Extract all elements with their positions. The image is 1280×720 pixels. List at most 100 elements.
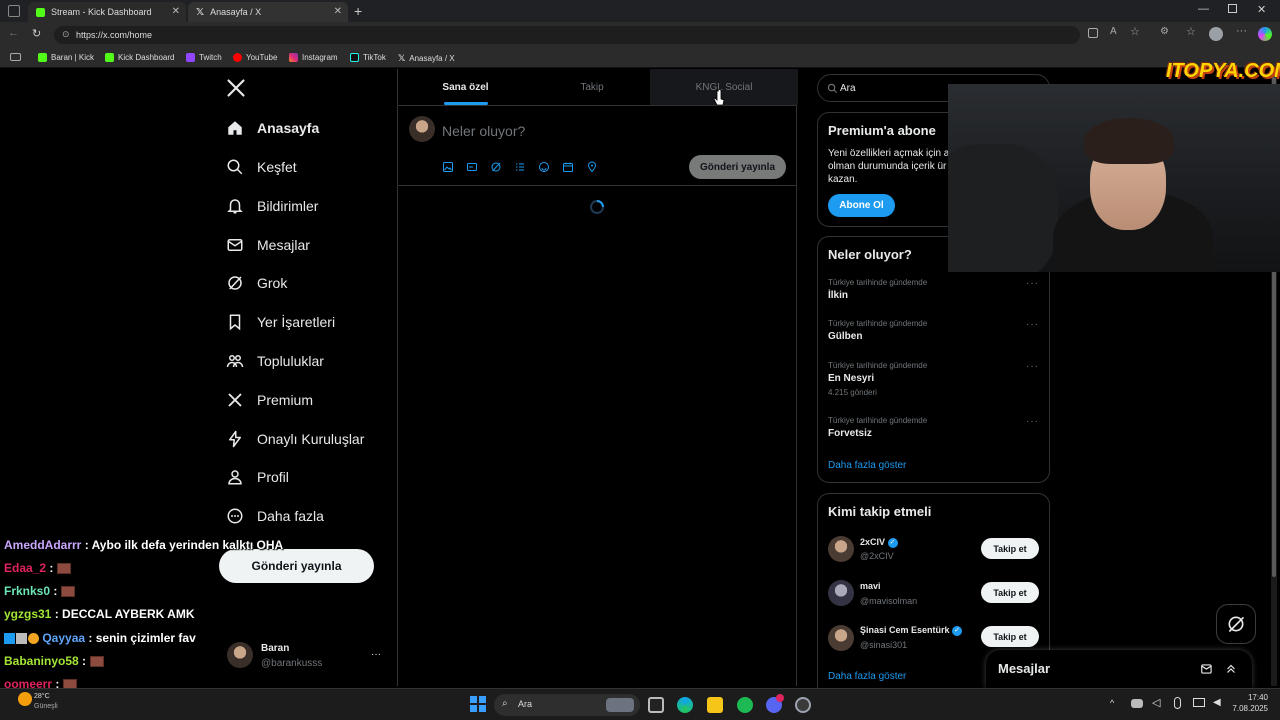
tab-actions-icon[interactable] bbox=[8, 5, 20, 17]
schedule-icon[interactable] bbox=[562, 161, 574, 173]
tab-kick-dashboard[interactable]: Stream - Kick Dashboard ✕ bbox=[28, 2, 186, 22]
nav-verified-orgs[interactable]: Onaylı Kuruluşlar bbox=[226, 427, 364, 451]
trend-menu-icon[interactable]: ··· bbox=[1026, 361, 1039, 372]
trend-menu-icon[interactable]: ··· bbox=[1026, 319, 1039, 330]
nav-premium[interactable]: Premium bbox=[226, 388, 313, 412]
nav-more[interactable]: Daha fazla bbox=[226, 504, 324, 528]
trend-item[interactable]: Türkiye tarihinde gündemde Forvetsiz bbox=[828, 416, 927, 439]
weather-sun-icon[interactable] bbox=[18, 692, 32, 706]
task-view-icon[interactable] bbox=[648, 697, 664, 713]
chat-message: Frknks0 : bbox=[4, 584, 76, 598]
back-icon[interactable]: ← bbox=[8, 27, 19, 39]
nav-home[interactable]: Anasayfa bbox=[226, 116, 319, 140]
emoji-icon[interactable] bbox=[538, 161, 550, 173]
bookmark-tiktok[interactable]: TikTok bbox=[350, 53, 386, 62]
x-logo-icon[interactable] bbox=[226, 78, 246, 98]
follow-button[interactable]: Takip et bbox=[981, 626, 1039, 647]
address-bar-row: ← ↻ ⊙ https://x.com/home A ☆ ⚙ ☆ ··· bbox=[0, 22, 1280, 48]
nav-communities[interactable]: Topluluklar bbox=[226, 349, 324, 373]
account-menu-icon[interactable]: ··· bbox=[371, 649, 381, 660]
nav-messages[interactable]: Mesajlar bbox=[226, 233, 310, 257]
suggestion-name[interactable]: Şinasi Cem Esentürk ✓ bbox=[860, 625, 963, 636]
suggestion-avatar[interactable] bbox=[828, 625, 854, 651]
weather-temp[interactable]: 28°C bbox=[34, 693, 50, 700]
refresh-icon[interactable]: ↻ bbox=[32, 27, 41, 40]
suggestion-name[interactable]: mavi bbox=[860, 581, 881, 591]
bookmark-instagram[interactable]: Instagram bbox=[289, 53, 338, 62]
windows-start-icon[interactable] bbox=[470, 696, 486, 712]
speaker-icon[interactable]: ◁ bbox=[1152, 696, 1160, 709]
tab-for-you[interactable]: Sana özel bbox=[398, 69, 533, 105]
gif-icon[interactable] bbox=[466, 161, 478, 173]
grok-float-button[interactable] bbox=[1216, 604, 1256, 644]
new-message-icon[interactable] bbox=[1200, 662, 1214, 676]
discord-tray-icon[interactable] bbox=[1131, 699, 1143, 708]
favorites-icon[interactable]: ☆ bbox=[1186, 25, 1196, 38]
nav-notifications[interactable]: Bildirimler bbox=[226, 194, 318, 218]
expand-up-icon[interactable] bbox=[1224, 662, 1238, 676]
trend-item[interactable]: Türkiye tarihinde gündemde İlkin bbox=[828, 278, 927, 301]
copilot-icon[interactable] bbox=[1258, 27, 1272, 41]
account-name[interactable]: Baran bbox=[261, 643, 289, 654]
tab-anasayfa-x[interactable]: 𝕏 Anasayfa / X ✕ bbox=[188, 2, 348, 22]
close-tab-icon[interactable]: ✕ bbox=[334, 6, 342, 17]
compose-post-button[interactable]: Gönderi yayınla bbox=[689, 155, 786, 179]
nav-profile[interactable]: Profil bbox=[226, 465, 289, 489]
trend-menu-icon[interactable]: ··· bbox=[1026, 278, 1039, 289]
spotify-icon[interactable] bbox=[737, 697, 753, 713]
follow-button[interactable]: Takip et bbox=[981, 538, 1039, 559]
poll-icon[interactable] bbox=[514, 161, 526, 173]
nav-explore[interactable]: Keşfet bbox=[226, 155, 297, 179]
nav-label: Profil bbox=[257, 469, 289, 485]
bookmark-baran-kick[interactable]: Baran | Kick bbox=[38, 53, 94, 62]
taskbar-search[interactable]: ⌕ Ara bbox=[494, 694, 640, 716]
nav-bookmarks[interactable]: Yer İşaretleri bbox=[226, 310, 335, 334]
trend-menu-icon[interactable]: ··· bbox=[1026, 416, 1039, 427]
minimize-icon[interactable]: — bbox=[1198, 3, 1209, 15]
bookmark-twitch[interactable]: Twitch bbox=[186, 53, 222, 62]
suggestion-avatar[interactable] bbox=[828, 536, 854, 562]
trend-item[interactable]: Türkiye tarihinde gündemde Gülben bbox=[828, 319, 927, 342]
suggestion-handle: @mavisolman bbox=[860, 596, 918, 606]
apps-icon[interactable] bbox=[1088, 28, 1098, 38]
maximize-icon[interactable] bbox=[1228, 4, 1237, 13]
media-icon[interactable] bbox=[442, 161, 454, 173]
file-explorer-icon[interactable] bbox=[707, 697, 723, 713]
suggestion-name[interactable]: 2xCIV ✓ bbox=[860, 537, 898, 548]
follow-button[interactable]: Takip et bbox=[981, 582, 1039, 603]
location-icon[interactable] bbox=[586, 161, 598, 173]
messages-drawer[interactable]: Mesajlar bbox=[986, 650, 1252, 688]
compose-input[interactable]: Neler oluyor? bbox=[442, 123, 525, 139]
who-to-follow-show-more[interactable]: Daha fazla göster bbox=[828, 671, 906, 682]
taskbar-clock[interactable]: 17:40 7.08.2025 bbox=[1232, 693, 1268, 713]
nav-grok[interactable]: Grok bbox=[226, 271, 287, 295]
account-avatar[interactable] bbox=[227, 642, 253, 668]
subscribe-button[interactable]: Abone Ol bbox=[828, 194, 895, 217]
network-icon[interactable] bbox=[1193, 698, 1205, 707]
bookmark-anasayfa-x[interactable]: 𝕏 Anasayfa / X bbox=[398, 53, 455, 64]
site-info-icon[interactable]: ⊙ bbox=[62, 29, 70, 40]
url-field[interactable]: ⊙ https://x.com/home bbox=[54, 26, 1080, 44]
suggestion-avatar[interactable] bbox=[828, 580, 854, 606]
read-aloud-icon[interactable]: A bbox=[1110, 26, 1117, 37]
trends-show-more[interactable]: Daha fazla göster bbox=[828, 460, 906, 471]
post-button[interactable]: Gönderi yayınla bbox=[219, 549, 374, 583]
new-tab-icon[interactable]: + bbox=[354, 3, 362, 19]
bookmarks-toggle-icon[interactable] bbox=[10, 53, 21, 61]
profile-avatar[interactable] bbox=[1209, 27, 1223, 41]
chevron-up-icon[interactable]: ^ bbox=[1110, 698, 1114, 708]
favorite-star-icon[interactable]: ☆ bbox=[1130, 25, 1140, 38]
bookmark-kick-dashboard[interactable]: Kick Dashboard bbox=[105, 53, 174, 62]
tab-following[interactable]: Takip bbox=[526, 69, 658, 105]
settings-more-icon[interactable]: ··· bbox=[1236, 25, 1247, 37]
edge-icon[interactable] bbox=[677, 697, 693, 713]
microphone-icon[interactable] bbox=[1174, 697, 1181, 709]
extensions-icon[interactable]: ⚙ bbox=[1160, 26, 1169, 37]
volume-icon[interactable]: ◀ bbox=[1213, 697, 1221, 708]
close-tab-icon[interactable]: ✕ bbox=[172, 6, 180, 17]
bookmark-youtube[interactable]: YouTube bbox=[233, 53, 277, 62]
trend-item[interactable]: Türkiye tarihinde gündemde En Nesyri 4.215… bbox=[828, 361, 927, 397]
grok-icon[interactable] bbox=[490, 161, 502, 173]
close-window-icon[interactable]: ✕ bbox=[1257, 3, 1266, 16]
app-icon[interactable] bbox=[795, 697, 811, 713]
